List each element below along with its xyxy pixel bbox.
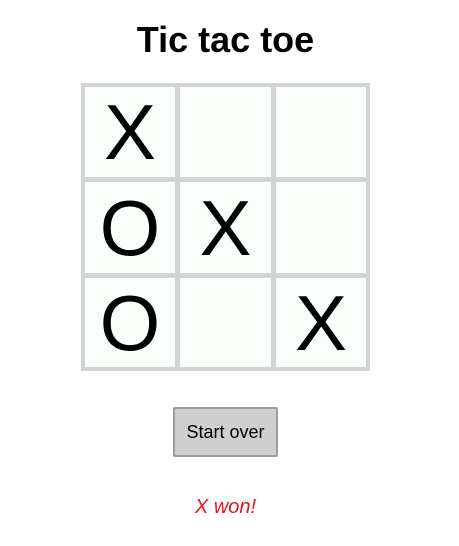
board-cell-r1-c2[interactable] — [180, 87, 271, 177]
game-board: X O X O X — [81, 83, 370, 371]
board-cell-r1-c1[interactable]: X — [85, 87, 175, 177]
start-over-button[interactable]: Start over — [173, 407, 278, 457]
board-cell-r2-c3[interactable] — [276, 182, 366, 273]
board-cell-r2-c2[interactable]: X — [180, 182, 271, 273]
page: Tic tac toe X O X O X Start over X won! — [0, 0, 459, 546]
board-cell-r2-c1[interactable]: O — [85, 182, 175, 273]
game-status-message: X won! — [194, 496, 257, 518]
board-cell-r3-c2[interactable] — [180, 278, 271, 367]
board-cell-r3-c1[interactable]: O — [85, 278, 175, 367]
page-title: Tic tac toe — [136, 19, 315, 60]
board-cell-r1-c3[interactable] — [276, 87, 366, 177]
board-cell-r3-c3[interactable]: X — [276, 278, 366, 367]
